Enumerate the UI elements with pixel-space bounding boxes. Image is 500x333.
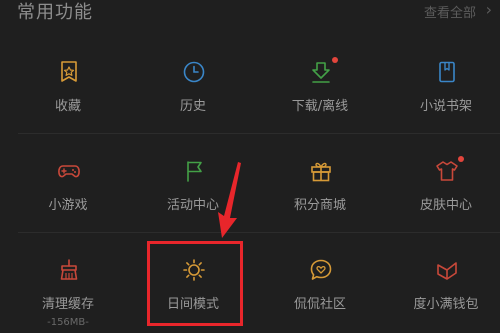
wallet-item[interactable]: 度小满钱包 bbox=[396, 233, 496, 331]
new-badge-dot bbox=[332, 57, 338, 63]
annotation-arrow-icon bbox=[218, 162, 241, 238]
download-item[interactable]: 下载/离线 bbox=[270, 35, 370, 133]
section-header: 常用功能 查看全部 › bbox=[0, 0, 500, 30]
wallet-label: 度小满钱包 bbox=[413, 297, 479, 312]
view-all-link[interactable]: 查看全部 bbox=[424, 2, 476, 21]
grid-row: 清理缓存 -156MB- 日间模式 侃侃社区 度小满钱包 bbox=[18, 233, 500, 331]
highlight-box bbox=[147, 241, 243, 326]
gamepad-icon bbox=[58, 165, 80, 178]
points-mall-item[interactable]: 积分商城 bbox=[270, 134, 370, 232]
gift-icon bbox=[311, 162, 331, 182]
clear-cache-item[interactable]: 清理缓存 -156MB- bbox=[18, 233, 118, 331]
section-title: 常用功能 bbox=[17, 2, 93, 23]
history-item[interactable]: 历史 bbox=[143, 35, 243, 133]
flag-icon bbox=[187, 161, 202, 182]
wallet-icon bbox=[437, 262, 457, 280]
new-badge-dot bbox=[458, 156, 464, 162]
chevron-right-icon[interactable]: › bbox=[486, 0, 492, 19]
clock-icon bbox=[183, 61, 205, 83]
community-item[interactable]: 侃侃社区 bbox=[270, 233, 370, 331]
broom-icon bbox=[60, 259, 78, 280]
grid-row: 收藏 历史 下载/离线 小说书架 bbox=[18, 35, 500, 134]
bookshelf-icon bbox=[439, 61, 455, 83]
clear-cache-label: 清理缓存 bbox=[41, 297, 94, 312]
bookmark-star-icon bbox=[61, 61, 77, 82]
download-icon bbox=[312, 62, 330, 83]
shirt-icon bbox=[436, 161, 458, 181]
function-grid: 收藏 历史 下载/离线 小说书架 小游戏 活动中心 积分商城 皮肤中心 清理缓存… bbox=[18, 35, 500, 331]
favorites-item[interactable]: 收藏 bbox=[18, 35, 118, 133]
bookshelf-item[interactable]: 小说书架 bbox=[396, 35, 496, 133]
community-label: 侃侃社区 bbox=[293, 297, 346, 312]
skin-center-item[interactable]: 皮肤中心 bbox=[396, 134, 496, 232]
favorites-label: 收藏 bbox=[54, 99, 81, 114]
mini-games-item[interactable]: 小游戏 bbox=[18, 134, 118, 232]
skin-center-label: 皮肤中心 bbox=[419, 198, 472, 213]
points-mall-label: 积分商城 bbox=[293, 198, 346, 213]
cache-size: -156MB- bbox=[47, 317, 89, 328]
history-label: 历史 bbox=[179, 99, 206, 114]
mini-games-label: 小游戏 bbox=[48, 198, 88, 213]
bookshelf-label: 小说书架 bbox=[419, 99, 472, 114]
download-label: 下载/离线 bbox=[291, 99, 349, 114]
chat-heart-icon bbox=[310, 259, 332, 280]
grid-row: 小游戏 活动中心 积分商城 皮肤中心 bbox=[18, 134, 500, 233]
